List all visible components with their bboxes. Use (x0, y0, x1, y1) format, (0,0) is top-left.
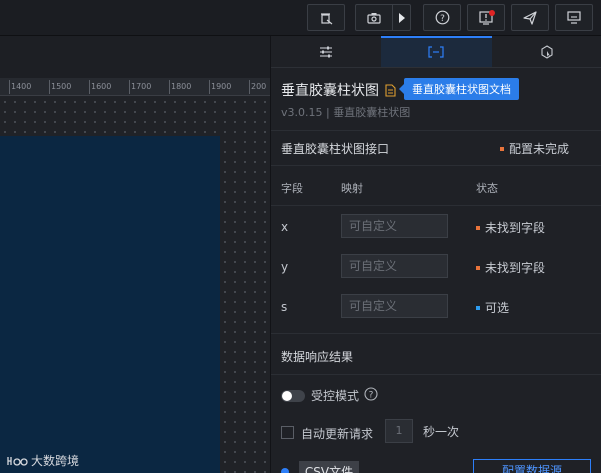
document-icon[interactable] (385, 83, 396, 97)
config-panel: 垂直胶囊柱状图 垂直胶囊柱状图文档 v3.0.15 | 垂直胶囊柱状图 垂直胶囊… (270, 36, 601, 473)
sliders-icon (320, 46, 333, 57)
field-status-text: 未找到字段 (485, 261, 546, 275)
csv-radio[interactable] (281, 468, 289, 473)
field-name-x: x (281, 220, 289, 234)
notification-badge (489, 10, 495, 16)
send-icon (523, 10, 537, 25)
status-dot (476, 265, 480, 270)
brand-logo: 大数跨境 (6, 452, 79, 469)
ruler-tick: 1500 (51, 82, 72, 91)
preview-button[interactable] (555, 4, 593, 31)
response-title: 数据响应结果 (281, 350, 354, 364)
tab-style-config[interactable] (271, 36, 381, 67)
component-title: 垂直胶囊柱状图 (281, 80, 396, 100)
panel-tabs (271, 36, 601, 68)
brand-logo-text: 大数跨境 (31, 454, 80, 468)
mapping-input-s[interactable]: 可自定义 (341, 294, 448, 318)
mapping-input-x[interactable]: 可自定义 (341, 214, 448, 238)
ruler-tick: 1400 (11, 82, 32, 91)
monitor-icon (567, 11, 581, 24)
help-icon: ? (435, 10, 449, 25)
publish-button[interactable] (511, 4, 549, 31)
help-button[interactable]: ? (423, 4, 461, 31)
camera-icon (367, 12, 381, 24)
controlled-mode-toggle[interactable] (281, 390, 305, 402)
ruler-tick: 1600 (91, 82, 112, 91)
canvas-header (0, 36, 270, 78)
column-header-mapping: 映射 (341, 182, 363, 195)
notification-button[interactable] (467, 4, 505, 31)
doc-tooltip: 垂直胶囊柱状图文档 (399, 78, 519, 100)
divider (271, 165, 601, 166)
divider (271, 374, 601, 375)
mapping-input-y[interactable]: 可自定义 (341, 254, 448, 278)
help-circle-icon[interactable]: ? (364, 387, 378, 401)
field-status-s: 可选 (476, 299, 509, 316)
field-status-text: 可选 (485, 301, 510, 315)
configure-datasource-button[interactable]: 配置数据源 (473, 459, 591, 473)
interval-input[interactable]: 1 (385, 419, 413, 443)
snapshot-dropdown-button[interactable] (393, 4, 411, 31)
clear-icon (321, 12, 333, 24)
top-toolbar: ? (0, 0, 601, 36)
ruler-tick: 1800 (171, 82, 192, 91)
divider (271, 205, 601, 206)
status-dot (476, 305, 480, 310)
column-header-field: 字段 (281, 182, 303, 195)
version-text: v3.0.15 | 垂直胶囊柱状图 (281, 106, 411, 119)
editor-canvas[interactable]: 1400 1500 1600 1700 1800 1900 200 大数跨境 (0, 36, 270, 473)
interface-status: 配置未完成 (500, 140, 569, 157)
tab-data-config[interactable] (381, 36, 492, 67)
interface-status-text: 配置未完成 (509, 142, 570, 156)
horizontal-ruler: 1400 1500 1600 1700 1800 1900 200 (0, 78, 270, 96)
auto-update-label: 自动更新请求 (301, 427, 374, 441)
brand-logo-icon (7, 456, 28, 466)
interaction-icon (541, 44, 553, 59)
status-dot (476, 225, 480, 230)
ruler-tick: 1900 (211, 82, 232, 91)
field-status-x: 未找到字段 (476, 219, 545, 236)
field-status-y: 未找到字段 (476, 259, 545, 276)
controlled-mode-label: 受控模式 (311, 389, 360, 403)
caret-right-icon (398, 12, 405, 23)
divider (271, 130, 601, 131)
snapshot-button[interactable] (355, 4, 393, 31)
data-bracket-icon (428, 45, 445, 58)
ruler-tick: 200 (251, 82, 267, 91)
svg-text:?: ? (440, 14, 445, 24)
clear-button[interactable] (307, 4, 345, 31)
divider (271, 333, 601, 334)
interval-unit: 秒一次 (423, 425, 460, 439)
interface-title: 垂直胶囊柱状图接口 (281, 142, 390, 156)
auto-update-checkbox[interactable] (281, 426, 294, 439)
field-name-s: s (281, 300, 288, 314)
ruler-tick: 1700 (131, 82, 152, 91)
field-name-y: y (281, 260, 289, 274)
field-status-text: 未找到字段 (485, 221, 546, 235)
component-title-text: 垂直胶囊柱状图 (281, 83, 379, 99)
column-header-status: 状态 (476, 182, 498, 195)
status-dot (500, 146, 504, 151)
tab-interaction-config[interactable] (492, 36, 601, 67)
svg-text:?: ? (369, 391, 374, 401)
screen-artboard[interactable] (0, 136, 220, 473)
csv-source-tag[interactable]: CSV文件 (299, 461, 359, 473)
